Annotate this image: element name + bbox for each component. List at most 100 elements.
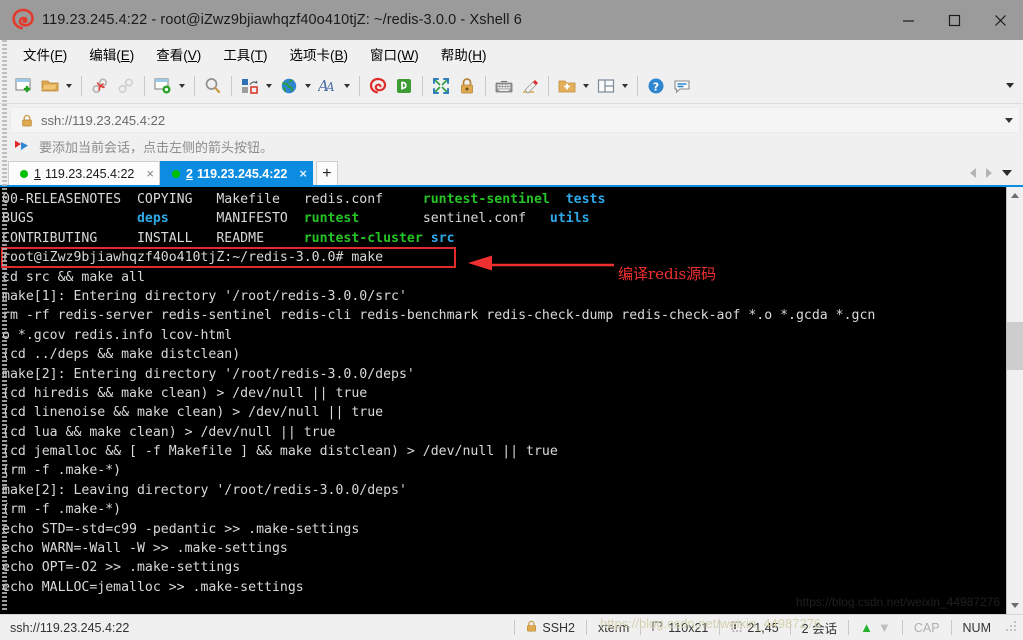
toolbar-overflow-icon[interactable] [1003, 74, 1017, 98]
scroll-up-icon[interactable] [1007, 187, 1023, 204]
terminal-text: utils [549, 211, 590, 227]
highlight-pen-icon[interactable] [518, 74, 542, 98]
terminal-line: rm -rf redis-server redis-sentinel redis… [2, 306, 1006, 325]
new-tab-button[interactable]: + [315, 161, 338, 185]
address-bar[interactable]: ssh://119.23.245.4:22 [10, 107, 1020, 133]
tab-2-index: 2 [185, 166, 193, 181]
open-folder-icon[interactable] [38, 74, 62, 98]
font-caret-icon[interactable] [341, 74, 352, 98]
menu-view-text: 查看 [156, 48, 184, 63]
terminal-text: sentinel.conf [359, 211, 550, 227]
resize-grip-icon[interactable] [1006, 620, 1020, 635]
tab-status-dot-icon [171, 169, 180, 178]
status-lock-icon [526, 620, 537, 635]
next-tab-icon[interactable] [981, 161, 997, 185]
toolbar-separator [485, 75, 486, 96]
reconnect-icon[interactable] [114, 74, 138, 98]
fullscreen-icon[interactable] [429, 74, 453, 98]
globe-icon[interactable] [277, 74, 301, 98]
session-properties-icon[interactable] [151, 74, 175, 98]
tab-1-index: 1 [34, 166, 41, 181]
scrollbar-thumb[interactable] [1007, 322, 1023, 370]
help-icon[interactable]: ? [644, 74, 668, 98]
status-terminal-type: xterm [598, 620, 630, 635]
menu-window-key: W [401, 48, 415, 63]
file-transfer-icon[interactable] [238, 74, 262, 98]
terminal-line: (cd hiredis && make clean) > /dev/null |… [2, 384, 1006, 403]
address-dropdown-icon[interactable] [999, 108, 1019, 132]
terminal-text: MANIFESTO [168, 211, 304, 227]
annotation-arrow-icon [468, 255, 614, 271]
terminal-text: src [430, 230, 455, 246]
close-button[interactable] [977, 0, 1023, 40]
tab-list-icon[interactable] [997, 161, 1017, 185]
find-icon[interactable] [201, 74, 225, 98]
new-session-icon[interactable] [12, 74, 36, 98]
tab-status-dot-icon [20, 169, 28, 178]
terminal-text: tests [565, 192, 606, 207]
menu-view[interactable]: 查看(V) [147, 41, 210, 67]
terminal-line: make[1]: Entering directory '/root/redis… [2, 287, 1006, 306]
tab-session-2[interactable]: 2 119.23.245.4:22 × [159, 161, 313, 185]
menu-window[interactable]: 窗口(W) [361, 41, 428, 67]
menu-file[interactable]: 文件(F) [14, 41, 76, 67]
status-cursor: 21,45 [720, 618, 789, 638]
new-folder-icon[interactable] [555, 74, 579, 98]
xshell-app-icon [10, 7, 36, 33]
toolbar-separator [144, 75, 145, 96]
scrollbar-track[interactable] [1007, 204, 1023, 597]
toolbar-drag-rail[interactable] [2, 40, 7, 612]
terminal-text: make[2]: Leaving directory '/root/redis-… [2, 482, 407, 498]
terminal-text: runtest-cluster [303, 230, 423, 246]
session-properties-caret-icon[interactable] [176, 74, 187, 98]
terminal-output[interactable]: 00-RELEASENOTES COPYING Makefile redis.c… [0, 187, 1006, 614]
layout-caret-icon[interactable] [619, 74, 630, 98]
menu-bar: 文件(F) 编辑(E) 查看(V) 工具(T) 选项卡(B) 窗口(W) 帮助(… [0, 40, 1023, 68]
scroll-down-icon[interactable] [1007, 597, 1023, 614]
terminal-text: echo MALLOC=jemalloc >> .make-settings [2, 579, 304, 595]
minimize-button[interactable] [885, 0, 931, 40]
terminal-line: (cd jemalloc && [ -f Makefile ] && make … [2, 442, 1006, 461]
tab-1-close-icon[interactable]: × [134, 167, 154, 180]
layout-icon[interactable] [594, 74, 618, 98]
tab-navigation [965, 161, 1023, 185]
window-controls [885, 0, 1023, 40]
prev-tab-icon[interactable] [965, 161, 981, 185]
menu-help[interactable]: 帮助(H) [432, 41, 496, 67]
menu-tabs-text: 选项卡 [289, 48, 331, 63]
tab-session-1[interactable]: 1 119.23.245.4:22 × [8, 161, 160, 185]
terminal-line: echo OPT=-O2 >> .make-settings [2, 558, 1006, 577]
download-arrow-icon: ▼ [877, 620, 891, 635]
xshell-logo-icon[interactable] [366, 74, 390, 98]
menu-tools[interactable]: 工具(T) [214, 41, 276, 67]
svg-text:?: ? [653, 80, 659, 93]
menu-help-key: H [472, 48, 483, 63]
menu-tabs[interactable]: 选项卡(B) [281, 41, 358, 67]
maximize-button[interactable] [931, 0, 977, 40]
upload-arrow-icon: ▲ [860, 620, 873, 635]
status-transfer: ▲ ▼ [849, 618, 902, 638]
toolbar-separator [231, 75, 232, 96]
menu-file-text: 文件 [23, 48, 50, 63]
keyboard-icon[interactable] [492, 74, 516, 98]
lock-icon[interactable] [455, 74, 479, 98]
xftp-icon[interactable] [392, 74, 416, 98]
disconnect-icon[interactable] [88, 74, 112, 98]
terminal-scrollbar[interactable] [1006, 187, 1023, 614]
chat-icon[interactable] [670, 74, 694, 98]
terminal-text: rm -rf redis-server redis-sentinel redis… [2, 308, 876, 324]
globe-caret-icon[interactable] [302, 74, 313, 98]
menu-edit[interactable]: 编辑(E) [80, 41, 143, 67]
font-icon[interactable]: A A [316, 74, 340, 98]
tab-1-label: 119.23.245.4:22 [44, 166, 135, 181]
menu-edit-key: E [120, 48, 130, 63]
resize-icon [652, 621, 664, 635]
status-bar: https://blog.csdn.net/weixin_44987276 ss… [0, 614, 1023, 640]
new-folder-caret-icon[interactable] [580, 74, 591, 98]
tab-2-close-icon[interactable]: × [287, 167, 307, 180]
open-folder-caret-icon[interactable] [63, 74, 74, 98]
file-transfer-caret-icon[interactable] [263, 74, 274, 98]
address-input[interactable]: ssh://119.23.245.4:22 [41, 113, 999, 128]
terminal-line: (rm -f .make-*) [2, 500, 1006, 519]
